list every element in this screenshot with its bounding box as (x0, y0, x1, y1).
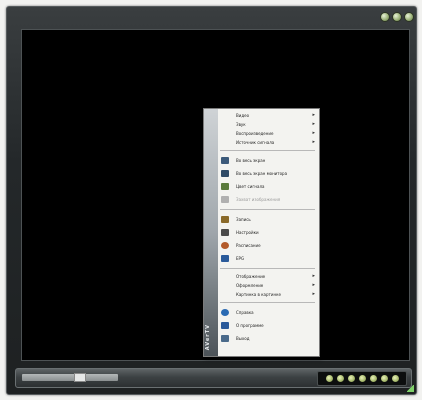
menu-item-record[interactable]: Запись (218, 213, 319, 226)
status-display (22, 374, 118, 381)
context-menu: AVerTV Видео ▸ Звук ▸ Воспроизведение ▸ Ист… (203, 108, 320, 357)
minimize-button[interactable] (380, 12, 390, 22)
schedule-icon (221, 242, 229, 249)
info-icon (221, 322, 229, 329)
menu-separator (220, 150, 315, 151)
menu-separator (220, 302, 315, 303)
exit-icon (221, 335, 229, 342)
transport-controls (317, 371, 407, 386)
play-button[interactable] (359, 375, 366, 382)
menu-item-exit[interactable]: Выход (218, 332, 319, 345)
menu-item-settings[interactable]: Настройки (218, 226, 319, 239)
close-button[interactable] (404, 12, 414, 22)
submenu-arrow-icon: ▸ (312, 130, 315, 136)
menu-item-epg[interactable]: EPG (218, 252, 319, 265)
menu-item-playback[interactable]: Воспроизведение ▸ (218, 129, 319, 138)
menu-item-help[interactable]: Справка (218, 306, 319, 319)
submenu-arrow-icon: ▸ (312, 139, 315, 145)
submenu-arrow-icon: ▸ (312, 121, 315, 127)
stripe-brand: AVerTV (205, 323, 211, 350)
help-icon (221, 309, 229, 316)
submenu-arrow-icon: ▸ (312, 291, 315, 297)
menu-item-signal-color[interactable]: Цвет сигнала (218, 180, 319, 193)
stop-button[interactable] (348, 375, 355, 382)
epg-icon (221, 255, 229, 262)
record-icon (221, 216, 229, 223)
menu-item-fullscreen-monitor[interactable]: Во весь экран монитора (218, 167, 319, 180)
capture-icon (221, 196, 229, 203)
resize-grip[interactable] (407, 385, 414, 392)
submenu-arrow-icon: ▸ (312, 273, 315, 279)
menu-item-video[interactable]: Видео ▸ (218, 111, 319, 120)
color-icon (221, 183, 229, 190)
menu-item-fullscreen[interactable]: Во весь экран (218, 154, 319, 167)
prev-channel-button[interactable] (326, 375, 333, 382)
menu-side-stripe: AVerTV (204, 109, 218, 356)
maximize-button[interactable] (392, 12, 402, 22)
menu-item-capture: Захват изображения (218, 193, 319, 206)
menu-item-display[interactable]: Отображение ▸ (218, 272, 319, 281)
menu-separator (220, 209, 315, 210)
status-icon (74, 373, 86, 382)
submenu-arrow-icon: ▸ (312, 282, 315, 288)
settings-icon (221, 229, 229, 236)
menu-item-signal-source[interactable]: Источник сигнала ▸ (218, 138, 319, 147)
control-bar (15, 368, 412, 388)
menu-items: Видео ▸ Звук ▸ Воспроизведение ▸ Источник с… (218, 111, 319, 345)
next-channel-button[interactable] (337, 375, 344, 382)
menu-item-about[interactable]: О программе (218, 319, 319, 332)
volume-up-button[interactable] (392, 375, 399, 382)
fullscreen-icon (221, 157, 229, 164)
record-button[interactable] (370, 375, 377, 382)
menu-separator (220, 268, 315, 269)
volume-down-button[interactable] (381, 375, 388, 382)
menu-item-pip[interactable]: Картинка в картинке ▸ (218, 290, 319, 299)
menu-item-skin[interactable]: Оформление ▸ (218, 281, 319, 290)
title-bar[interactable] (7, 7, 416, 25)
menu-item-schedule[interactable]: Расписание (218, 239, 319, 252)
monitor-icon (221, 170, 229, 177)
submenu-arrow-icon: ▸ (312, 112, 315, 118)
menu-item-audio[interactable]: Звук ▸ (218, 120, 319, 129)
